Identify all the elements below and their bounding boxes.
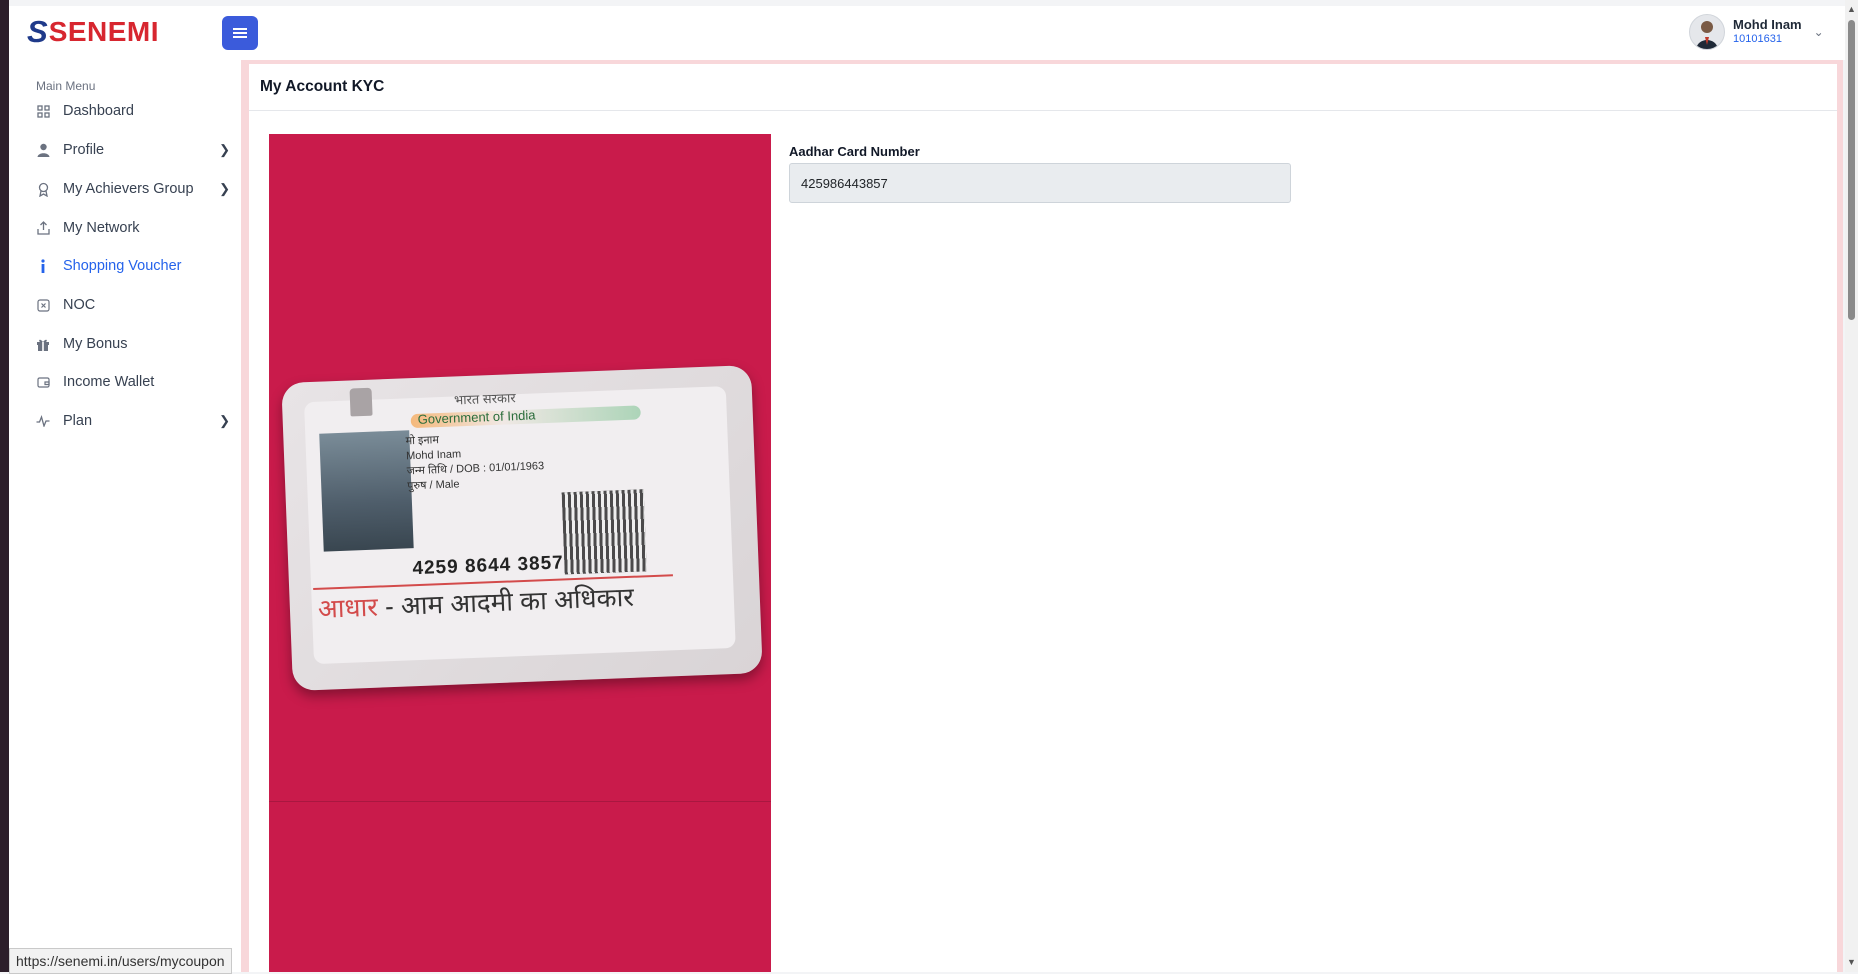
- window-edge: [0, 0, 9, 972]
- aadhar-card-image: भारत सरकार Government of India मो इनाम M…: [281, 365, 763, 691]
- card-portrait: [319, 430, 414, 552]
- top-navbar: S SENEMI Mohd Inam 10101631 ⌄: [9, 6, 1845, 60]
- sidebar-item-label: Income Wallet: [63, 374, 155, 390]
- card-gov-hindi: भारत सरकार: [453, 390, 516, 408]
- sidebar-item-income-wallet[interactable]: Income Wallet: [35, 368, 230, 396]
- sidebar-item-profile[interactable]: Profile ❯: [35, 136, 230, 164]
- award-icon: [35, 181, 51, 197]
- qr-code: [561, 489, 647, 575]
- status-bar-url: https://senemi.in/users/mycoupon: [9, 948, 232, 974]
- sidebar-item-noc[interactable]: NOC: [35, 291, 230, 319]
- avatar: [1689, 14, 1725, 50]
- x-square-icon: [35, 297, 51, 313]
- sidebar-item-shopping-voucher[interactable]: Shopping Voucher: [35, 252, 230, 280]
- aadhar-number-field[interactable]: [789, 163, 1291, 203]
- gift-icon: [35, 336, 51, 352]
- aadhar-number-label: Aadhar Card Number: [789, 144, 920, 159]
- chevron-right-icon: ❯: [219, 142, 230, 157]
- wallet-icon: [35, 374, 51, 390]
- chevron-right-icon: ❯: [219, 181, 230, 196]
- sidebar-item-label: Dashboard: [63, 103, 134, 119]
- page-title: My Account KYC: [249, 64, 1837, 111]
- user-name: Mohd Inam: [1733, 17, 1802, 32]
- user-id: 10101631: [1733, 33, 1782, 45]
- chevron-down-icon[interactable]: ⌄: [1814, 25, 1824, 39]
- sidebar-item-my-bonus[interactable]: My Bonus: [35, 330, 230, 358]
- card-details: मो इनाम Mohd Inam जन्म तिथि / DOB : 01/0…: [405, 429, 545, 494]
- chevron-right-icon: ❯: [219, 413, 230, 428]
- scroll-down-icon[interactable]: ▼: [1847, 957, 1856, 967]
- user-icon: [35, 142, 51, 158]
- sidebar-item-plan[interactable]: Plan ❯: [35, 407, 230, 435]
- sidebar-item-label: Profile: [63, 142, 105, 158]
- hamburger-icon: [233, 26, 247, 40]
- sidebar-item-my-achievers-group[interactable]: My Achievers Group ❯: [35, 175, 230, 203]
- sidebar-item-label: My Achievers Group: [63, 181, 194, 197]
- menu-toggle-button[interactable]: [222, 16, 258, 50]
- logo-text: SENEMI: [48, 16, 160, 47]
- sidebar-item-label: NOC: [63, 297, 96, 313]
- user-menu[interactable]: Mohd Inam 10101631 ⌄: [1689, 14, 1824, 50]
- sidebar-item-label: My Bonus: [63, 336, 128, 352]
- activity-icon: [35, 413, 51, 429]
- grid-icon: [35, 103, 51, 119]
- sidebar-item-label: Plan: [63, 413, 93, 429]
- sidebar-item-dashboard[interactable]: Dashboard: [35, 97, 230, 125]
- scroll-up-icon[interactable]: ▲: [1847, 4, 1856, 14]
- share-icon: [35, 220, 51, 236]
- sidebar-item-label: Shopping Voucher: [63, 258, 182, 274]
- page-scrollbar[interactable]: ▲ ▼: [1845, 0, 1858, 972]
- sidebar-item-my-network[interactable]: My Network: [35, 214, 230, 242]
- scrollbar-thumb[interactable]: [1848, 20, 1855, 320]
- sidebar-section-label: Main Menu: [36, 79, 96, 93]
- sidebar: Main Menu Dashboard Profile ❯ My Achieve…: [9, 60, 241, 972]
- emblem-icon: [349, 387, 373, 417]
- logo-mark: S: [27, 14, 48, 49]
- kyc-card: My Account KYC भारत सरकार Government of …: [249, 64, 1837, 972]
- aadhar-card-photo: भारत सरकार Government of India मो इनाम M…: [269, 134, 771, 972]
- brand-logo[interactable]: S SENEMI: [27, 14, 159, 50]
- sidebar-item-label: My Network: [63, 220, 140, 236]
- info-icon: [35, 258, 51, 274]
